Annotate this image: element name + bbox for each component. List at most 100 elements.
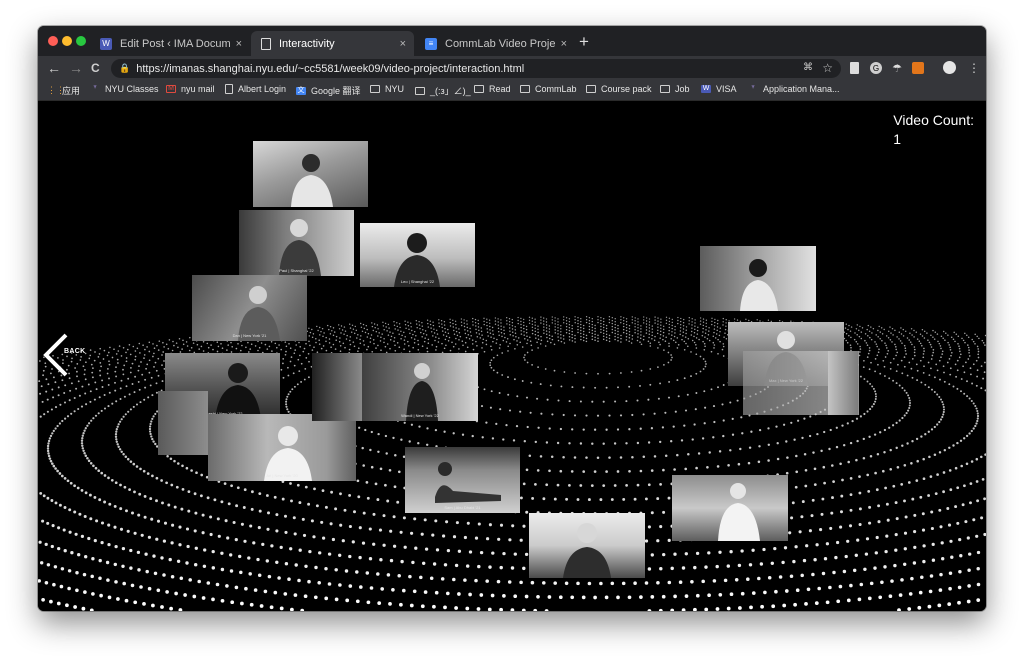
video-count-value: 1 (893, 131, 902, 147)
video-caption: Leo | Shanghai '22 (400, 279, 435, 284)
video-thumbnail[interactable]: Paul | Shanghai '22 (239, 210, 354, 276)
video-caption: Wandi | New York '22 (401, 413, 439, 418)
docs-icon: ≡ (425, 37, 437, 50)
back-button[interactable]: BACK (42, 333, 102, 377)
bookmark-label: nyu mail (181, 84, 215, 94)
video-thumbnail[interactable]: Wandi | New York '22 (362, 353, 478, 421)
folder-icon (586, 85, 596, 93)
browser-toolbar: ← → C 🔒 https://imanas.shanghai.nyu.edu/… (38, 56, 986, 81)
tab-interactivity[interactable]: Interactivity × (251, 31, 414, 56)
tab-strip: W Edit Post ‹ IMA Documentation × Intera… (38, 26, 986, 56)
video-caption: Paul | Shanghai '22 (279, 268, 314, 273)
bookmark-visa[interactable]: W VISA (701, 84, 737, 94)
video-thumbnail[interactable]: Leo | Shanghai '22 (360, 223, 475, 287)
bookmarks-bar: ⋮⋮ 应用 ♆ NYU Classes Mnyu mail Albert Login… (38, 81, 986, 101)
profile-avatar-icon[interactable] (943, 61, 956, 74)
lock-icon: 🔒 (119, 63, 131, 73)
reload-icon[interactable]: C (91, 60, 100, 76)
person-silhouette (264, 426, 312, 481)
bookmark-emoticon-folder[interactable]: _(:з」∠)_ (415, 84, 471, 97)
tab-close-icon[interactable]: × (561, 38, 567, 50)
chevron-left-icon (43, 333, 68, 377)
back-arrow-icon[interactable]: ← (47, 60, 61, 76)
page-canvas: Paul | Shanghai '22 Leo | Shanghai '22 D… (38, 101, 986, 611)
close-window-icon[interactable] (48, 36, 58, 46)
bookmark-label: 应用 (62, 86, 81, 96)
bookmark-label: _(:з」∠)_ (430, 86, 471, 96)
tab-commlab-proposal[interactable]: ≡ CommLab Video Project Propo × (415, 31, 575, 56)
bookmark-google-translate[interactable]: 文 Google 翻译 (296, 84, 361, 97)
browser-window: W Edit Post ‹ IMA Documentation × Intera… (38, 26, 986, 611)
umbrella-extension-icon[interactable]: ☂ (891, 62, 903, 75)
bookmark-read-folder[interactable]: Read (474, 84, 511, 94)
video-thumbnail[interactable] (828, 351, 858, 415)
menu-kebab-icon[interactable]: ⋮ (968, 60, 980, 76)
tab-edit-post[interactable]: W Edit Post ‹ IMA Documentation × (90, 31, 250, 56)
bookmark-label: NYU (385, 84, 405, 94)
translate-icon: 文 (296, 86, 306, 95)
bookmark-label: Read (489, 84, 511, 94)
bookmark-label: Google 翻译 (311, 86, 361, 96)
bookmark-label: CommLab (535, 84, 577, 94)
page-icon (225, 84, 233, 94)
grammarly-extension-icon[interactable]: G (870, 62, 882, 74)
bookmark-application-manager[interactable]: ♆ Application Mana... (748, 84, 840, 94)
video-thumbnail[interactable] (700, 246, 816, 311)
metamask-extension-icon[interactable] (912, 62, 924, 74)
minimize-window-icon[interactable] (62, 36, 72, 46)
bookmark-albert-login[interactable]: Albert Login (225, 84, 286, 94)
nyu-torch-icon: ♆ (92, 84, 98, 91)
video-thumbnail[interactable] (158, 391, 208, 455)
video-caption: Sam | Abu Dhabi '21 (444, 505, 481, 510)
apps-grid-icon: ⋮⋮ (47, 84, 65, 95)
bookmark-label: Job (675, 84, 690, 94)
person-silhouette (406, 363, 438, 421)
bookmark-course-pack-folder[interactable]: Course pack (586, 84, 652, 94)
folder-icon (660, 85, 670, 93)
video-count-label: Video Count: (893, 112, 974, 128)
url-text: https://imanas.shanghai.nyu.edu/~cc5581/… (136, 62, 525, 75)
person-silhouette (435, 462, 501, 503)
forward-arrow-icon[interactable]: → (69, 60, 83, 76)
person-silhouette (394, 233, 440, 287)
bookmark-job-folder[interactable]: Job (660, 84, 690, 94)
video-thumbnail[interactable] (672, 475, 788, 541)
bookmark-nyu-classes[interactable]: ♆ NYU Classes (90, 84, 159, 94)
page-icon (261, 37, 271, 50)
tab-label: Edit Post ‹ IMA Documentation (120, 37, 230, 50)
video-thumbnail[interactable] (253, 141, 368, 207)
tab-close-icon[interactable]: × (400, 38, 406, 50)
reader-extension-icon[interactable] (850, 62, 859, 74)
person-silhouette (291, 154, 333, 207)
tab-label: CommLab Video Project Propo (445, 37, 555, 50)
wordpress-icon: W (701, 85, 711, 93)
tab-label: Interactivity (279, 37, 335, 50)
folder-icon (474, 85, 484, 93)
bookmark-apps[interactable]: ⋮⋮ 应用 (47, 84, 80, 97)
video-caption: Ari | New York '20 (266, 473, 298, 478)
bookmark-star-icon[interactable]: ☆ (822, 61, 833, 75)
translate-icon[interactable]: ⌘ (803, 62, 813, 73)
tab-close-icon[interactable]: × (236, 38, 242, 50)
bookmark-label: Application Mana... (763, 84, 840, 94)
video-thumbnail[interactable]: Ari | New York '20 (208, 414, 356, 481)
bookmark-commlab-folder[interactable]: CommLab (520, 84, 577, 94)
bookmark-nyu-mail[interactable]: Mnyu mail (166, 84, 215, 94)
zoom-window-icon[interactable] (76, 36, 86, 46)
bookmark-nyu-folder[interactable]: NYU (370, 84, 404, 94)
video-thumbnail[interactable] (529, 513, 645, 578)
person-silhouette (718, 483, 760, 541)
new-tab-button[interactable]: + (579, 33, 589, 50)
video-thumbnail[interactable]: Dan | New York '21 (192, 275, 307, 341)
bookmark-label: Course pack (601, 84, 652, 94)
gmail-icon: M (166, 85, 176, 93)
video-thumbnail[interactable]: Sam | Abu Dhabi '21 (405, 447, 520, 513)
folder-icon (415, 86, 425, 95)
back-label: BACK (64, 348, 86, 355)
bookmark-label: VISA (716, 84, 737, 94)
bookmark-label: NYU Classes (105, 84, 159, 94)
video-thumbnail[interactable] (312, 353, 362, 421)
address-bar[interactable]: 🔒 https://imanas.shanghai.nyu.edu/~cc558… (111, 59, 841, 78)
wordpress-icon: W (100, 37, 112, 50)
bookmark-label: Albert Login (238, 84, 287, 94)
